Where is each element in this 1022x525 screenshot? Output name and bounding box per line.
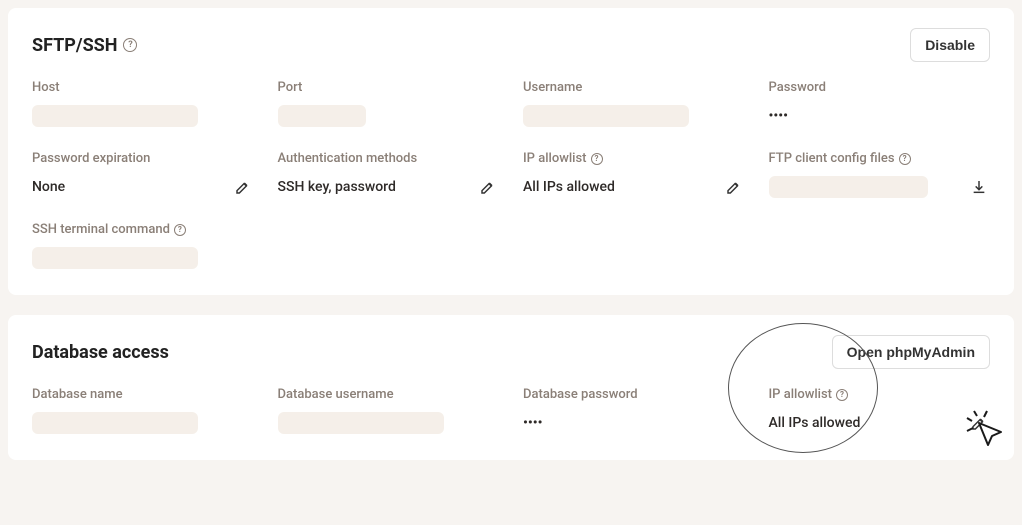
edit-icon[interactable] (968, 412, 990, 434)
database-access-panel: Database access Open phpMyAdmin Database… (8, 315, 1014, 460)
password-value: •••• (769, 108, 789, 124)
sftp-title-text: SFTP/SSH (32, 35, 117, 56)
db-fields-grid: Database name Database username Database… (32, 387, 990, 436)
auth-methods-value: SSH key, password (278, 179, 396, 195)
ftp-client-config-placeholder (769, 176, 928, 198)
ftp-client-config-label: FTP client config files ? (769, 151, 991, 166)
db-ip-allowlist-label: IP allowlist ? (769, 387, 991, 402)
edit-icon[interactable] (232, 176, 254, 198)
edit-icon[interactable] (723, 176, 745, 198)
help-icon[interactable]: ? (174, 224, 186, 236)
db-password-label: Database password (523, 387, 745, 402)
auth-methods-field: Authentication methods SSH key, password (278, 151, 500, 200)
password-expiration-label: Password expiration (32, 151, 254, 166)
help-icon[interactable]: ? (591, 153, 603, 165)
db-panel-title: Database access (32, 342, 169, 363)
sftp-panel-title: SFTP/SSH ? (32, 35, 137, 56)
db-name-field: Database name (32, 387, 254, 436)
db-username-placeholder (278, 412, 444, 434)
db-username-field: Database username (278, 387, 500, 436)
help-icon[interactable]: ? (836, 389, 848, 401)
sftp-panel-header: SFTP/SSH ? Disable (32, 28, 990, 62)
ip-allowlist-value: All IPs allowed (523, 179, 615, 195)
help-icon[interactable]: ? (123, 38, 137, 52)
username-field: Username (523, 80, 745, 129)
db-password-field: Database password •••• (523, 387, 745, 436)
ftp-client-config-field: FTP client config files ? (769, 151, 991, 200)
host-label: Host (32, 80, 254, 95)
port-field: Port (278, 80, 500, 129)
sftp-ssh-panel: SFTP/SSH ? Disable Host Port Username Pa… (8, 8, 1014, 295)
ssh-terminal-label-text: SSH terminal command (32, 222, 170, 237)
ftp-client-config-label-text: FTP client config files (769, 151, 895, 166)
password-label: Password (769, 80, 991, 95)
db-ip-allowlist-field: IP allowlist ? All IPs allowed (769, 387, 991, 436)
password-field: Password •••• (769, 80, 991, 129)
ip-allowlist-field: IP allowlist ? All IPs allowed (523, 151, 745, 200)
ssh-terminal-label: SSH terminal command ? (32, 222, 254, 237)
ip-allowlist-label-text: IP allowlist (523, 151, 587, 166)
ip-allowlist-label: IP allowlist ? (523, 151, 745, 166)
password-expiration-field: Password expiration None (32, 151, 254, 200)
db-name-placeholder (32, 412, 198, 434)
db-ip-allowlist-label-text: IP allowlist (769, 387, 833, 402)
ssh-terminal-placeholder (32, 247, 198, 269)
password-expiration-value: None (32, 179, 65, 195)
username-label: Username (523, 80, 745, 95)
db-panel-header: Database access Open phpMyAdmin (32, 335, 990, 369)
ssh-terminal-field: SSH terminal command ? (32, 222, 254, 271)
db-ip-allowlist-value: All IPs allowed (769, 415, 861, 431)
open-phpmyadmin-button[interactable]: Open phpMyAdmin (832, 335, 990, 369)
db-title-text: Database access (32, 342, 169, 363)
db-username-label: Database username (278, 387, 500, 402)
db-password-value: •••• (523, 415, 543, 431)
username-value-placeholder (523, 105, 689, 127)
help-icon[interactable]: ? (899, 153, 911, 165)
sftp-fields-grid: Host Port Username Password •••• Pas (32, 80, 990, 271)
download-icon[interactable] (968, 176, 990, 198)
port-label: Port (278, 80, 500, 95)
disable-button[interactable]: Disable (910, 28, 990, 62)
db-name-label: Database name (32, 387, 254, 402)
edit-icon[interactable] (477, 176, 499, 198)
host-value-placeholder (32, 105, 198, 127)
host-field: Host (32, 80, 254, 129)
auth-methods-label: Authentication methods (278, 151, 500, 166)
port-value-placeholder (278, 105, 367, 127)
